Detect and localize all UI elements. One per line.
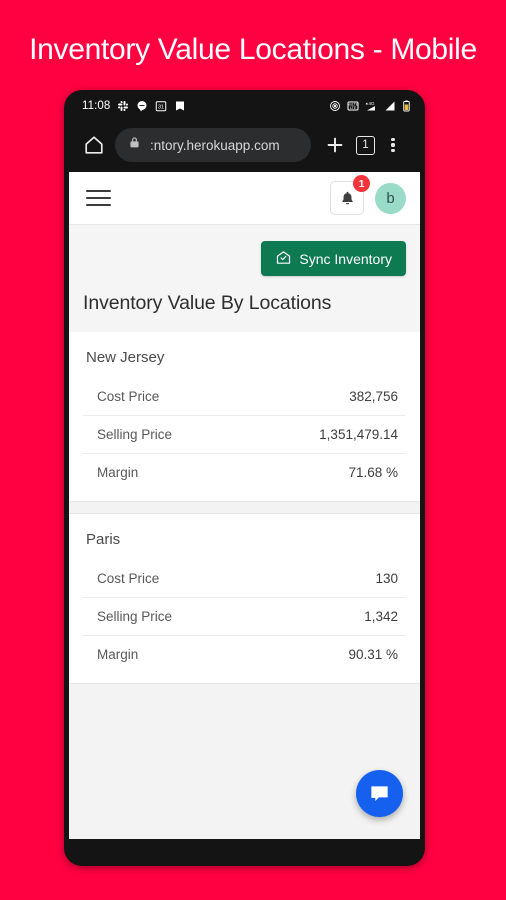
warehouse-check-icon xyxy=(275,249,292,269)
app-top-bar: 1 b xyxy=(69,172,420,225)
location-name: Paris xyxy=(86,531,121,548)
row-value: 1,342 xyxy=(364,609,398,624)
status-bar-clock: 11:08 xyxy=(82,100,111,112)
row-value: 90.31 % xyxy=(348,647,398,662)
volte-icon: VoLTE LTE xyxy=(347,100,359,112)
page-empty-space xyxy=(69,683,420,839)
row-label: Cost Price xyxy=(97,571,160,586)
row-value: 71.68 % xyxy=(348,465,398,480)
table-row: Margin 90.31 % xyxy=(83,636,406,673)
phone-screen: 11:08 31 VoLTE LTE 4G:ntory.herokuapp.c… xyxy=(69,94,420,839)
table-row: Selling Price 1,342 xyxy=(83,598,406,636)
plus-icon[interactable] xyxy=(324,134,346,156)
row-label: Cost Price xyxy=(97,389,160,404)
address-bar[interactable]: :ntory.herokuapp.com xyxy=(115,128,311,162)
cast-icon xyxy=(329,100,341,112)
row-value: 382,756 xyxy=(349,389,398,404)
table-row: Cost Price 382,756 xyxy=(83,378,406,416)
page-title: Inventory Value By Locations xyxy=(83,292,332,314)
location-name: New Jersey xyxy=(86,349,165,366)
card-separator xyxy=(69,501,420,514)
slack-icon xyxy=(117,100,129,112)
book-icon xyxy=(174,100,186,112)
svg-text:LTE: LTE xyxy=(350,106,357,110)
overflow-menu-icon[interactable] xyxy=(385,137,401,153)
lock-icon xyxy=(128,136,141,154)
bell-icon xyxy=(341,191,353,204)
phone-device-frame: 11:08 31 VoLTE LTE 4G:ntory.herokuapp.c… xyxy=(64,90,425,866)
row-label: Selling Price xyxy=(97,427,173,442)
svg-text:31: 31 xyxy=(158,105,164,111)
mobile-data-4g-icon: 4G xyxy=(365,100,378,112)
home-icon[interactable] xyxy=(83,134,105,156)
location-card: Paris Cost Price 130 Selling Price 1,342… xyxy=(69,514,420,683)
page-banner-title: Inventory Value Locations - Mobile xyxy=(29,33,477,66)
status-bar-right-group: VoLTE LTE 4G xyxy=(329,100,411,112)
row-value: 130 xyxy=(375,571,398,586)
app-bar-actions: 1 b xyxy=(330,175,406,215)
calendar-31-icon: 31 xyxy=(155,100,167,112)
browser-toolbar: :ntory.herokuapp.com 1 xyxy=(69,118,420,172)
row-label: Margin xyxy=(97,647,139,662)
android-status-bar: 11:08 31 VoLTE LTE 4G xyxy=(69,94,420,118)
sync-inventory-label: Sync Inventory xyxy=(299,250,392,267)
signal-bars-icon xyxy=(384,100,396,112)
chat-bubble-icon xyxy=(136,100,148,112)
notification-count-badge: 1 xyxy=(353,175,370,192)
sync-inventory-button[interactable]: Sync Inventory xyxy=(261,241,406,276)
row-label: Selling Price xyxy=(97,609,173,624)
notifications-button[interactable]: 1 xyxy=(330,175,370,215)
chat-support-button[interactable] xyxy=(356,770,403,817)
location-card: New Jersey Cost Price 382,756 Selling Pr… xyxy=(69,332,420,501)
page-header-section: Sync Inventory Inventory Value By Locati… xyxy=(69,225,420,332)
row-value: 1,351,479.14 xyxy=(319,427,398,442)
chat-bubble-icon xyxy=(371,786,388,802)
status-bar-left-group: 11:08 31 xyxy=(82,100,186,112)
svg-text:4G: 4G xyxy=(368,101,375,106)
table-row: Margin 71.68 % xyxy=(83,454,406,491)
tab-counter-button[interactable]: 1 xyxy=(356,135,375,155)
sync-button-row: Sync Inventory xyxy=(83,241,406,276)
user-avatar[interactable]: b xyxy=(375,182,406,214)
page-content: Sync Inventory Inventory Value By Locati… xyxy=(69,225,420,839)
hamburger-menu-icon[interactable] xyxy=(86,189,111,207)
row-label: Margin xyxy=(97,465,139,480)
table-row: Selling Price 1,351,479.14 xyxy=(83,416,406,454)
battery-icon xyxy=(402,100,411,112)
address-bar-url: :ntory.herokuapp.com xyxy=(150,137,280,153)
table-row: Cost Price 130 xyxy=(83,560,406,598)
